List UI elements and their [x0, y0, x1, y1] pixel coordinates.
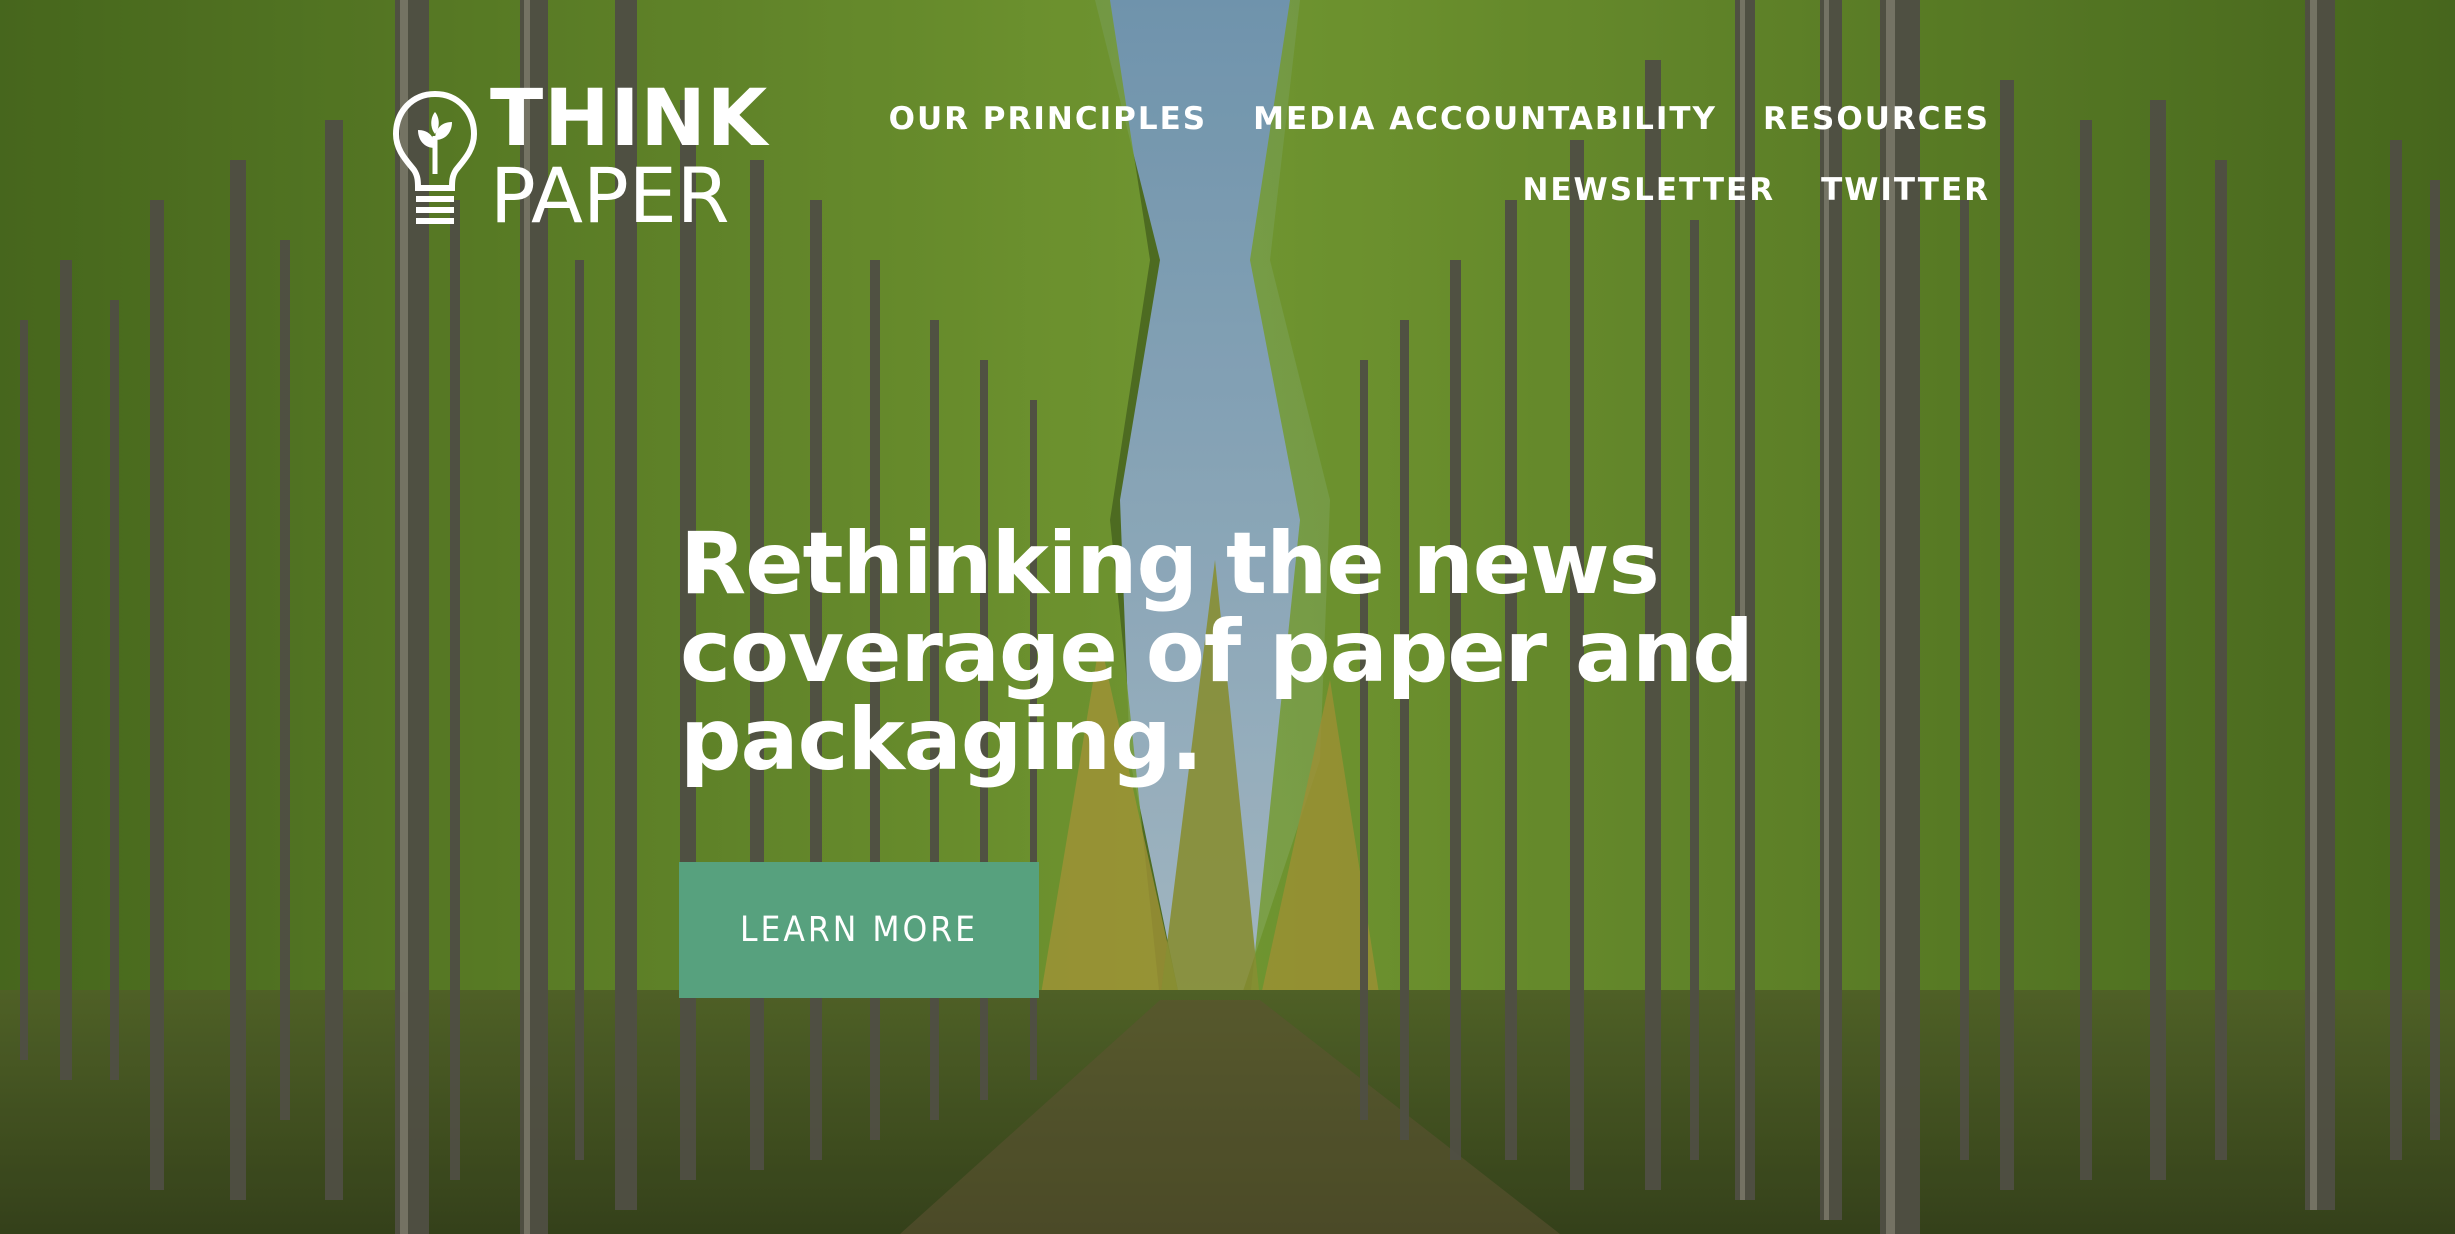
nav-link-newsletter[interactable]: NEWSLETTER — [1522, 175, 1775, 206]
hero-headline: Rethinking the news coverage of paper an… — [680, 514, 1754, 790]
nav-link-twitter[interactable]: TWITTER — [1821, 175, 1990, 206]
think-paper-logo[interactable]: THINK PAPER — [390, 80, 790, 240]
nav-link-resources[interactable]: RESOURCES — [1763, 104, 1990, 135]
nav-link-our-principles[interactable]: OUR PRINCIPLES — [889, 104, 1208, 135]
main-navigation: OUR PRINCIPLES MEDIA ACCOUNTABILITY RESO… — [790, 104, 1990, 246]
nav-link-media-accountability[interactable]: MEDIA ACCOUNTABILITY — [1253, 104, 1717, 135]
logo-text-think: THINK — [490, 74, 769, 164]
logo-text-paper: PAPER — [490, 151, 730, 240]
nav-row-primary: OUR PRINCIPLES MEDIA ACCOUNTABILITY RESO… — [790, 104, 1990, 135]
nav-row-secondary: NEWSLETTER TWITTER — [790, 175, 1990, 206]
learn-more-button[interactable]: LEARN MORE — [679, 862, 1039, 998]
lightbulb-sprout-icon — [392, 90, 478, 224]
hero-section: THINK PAPER OUR PRINCIPLES MEDIA ACCOUNT… — [0, 0, 2455, 1234]
